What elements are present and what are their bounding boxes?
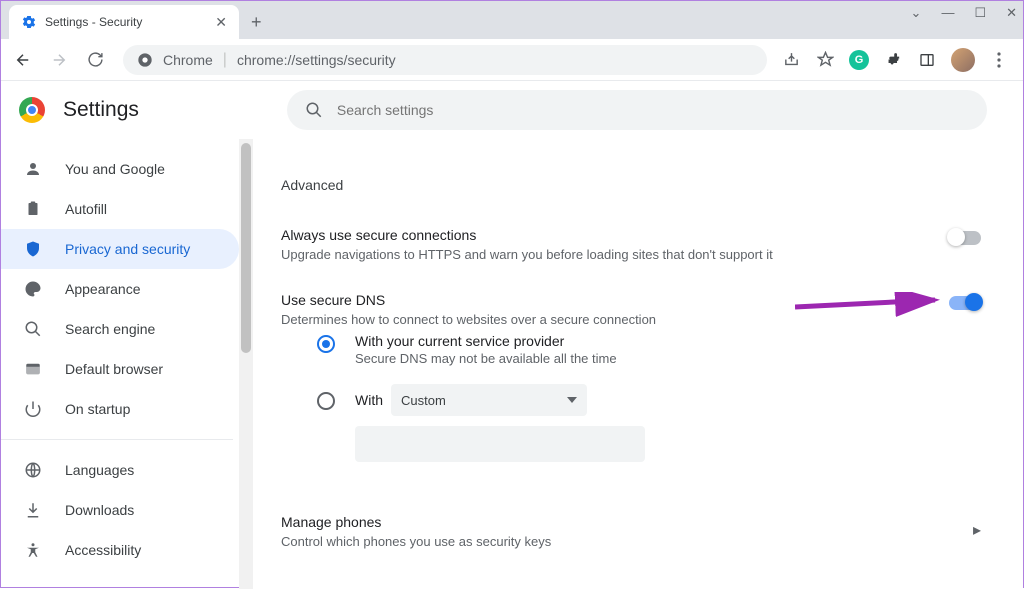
clipboard-icon (23, 200, 43, 218)
sidebar-item-label: Autofill (65, 201, 107, 217)
kebab-menu-icon[interactable] (989, 52, 1009, 68)
accessibility-icon (23, 541, 43, 559)
omnibox-url: chrome://settings/security (237, 52, 396, 68)
scroll-thumb[interactable] (241, 143, 251, 353)
select-value: Custom (401, 393, 446, 408)
sidebar-divider (1, 439, 233, 440)
radio-label: With (355, 392, 383, 408)
search-settings[interactable] (287, 90, 987, 130)
radio-label: With your current service provider (355, 333, 617, 349)
minimize-icon[interactable]: — (941, 5, 954, 21)
sidebar-item-search-engine[interactable]: Search engine (1, 309, 239, 349)
sidebar-item-label: Accessibility (65, 542, 141, 558)
dns-provider-select[interactable]: Custom (391, 384, 587, 416)
close-window-icon[interactable]: ✕ (1006, 5, 1017, 21)
section-heading: Advanced (281, 177, 981, 193)
sidebar-item-label: On startup (65, 401, 130, 417)
setting-desc: Upgrade navigations to HTTPS and warn yo… (281, 247, 981, 262)
custom-dns-input[interactable] (355, 426, 645, 462)
chevron-right-icon: ▸ (973, 520, 981, 540)
caret-down-icon[interactable]: ⌄ (911, 5, 922, 21)
radio-icon[interactable] (317, 392, 335, 410)
power-icon (23, 400, 43, 418)
setting-secure-connections: Always use secure connections Upgrade na… (281, 217, 981, 282)
extensions-icon[interactable] (883, 51, 903, 68)
forward-button[interactable] (45, 46, 73, 74)
sidebar-item-label: Default browser (65, 361, 163, 377)
person-icon (23, 160, 43, 178)
chevron-down-icon (567, 397, 577, 403)
radio-icon[interactable] (317, 335, 335, 353)
globe-icon (23, 461, 43, 479)
bookmark-icon[interactable] (815, 51, 835, 68)
back-button[interactable] (9, 46, 37, 74)
annotation-arrow (795, 292, 945, 322)
extension-grammarly-icon[interactable]: G (849, 50, 869, 70)
browser-tab[interactable]: Settings - Security ✕ (9, 5, 239, 39)
omnibox-prefix: Chrome (163, 52, 213, 68)
maximize-icon[interactable]: ☐ (974, 5, 986, 21)
share-icon[interactable] (781, 51, 801, 68)
sidebar-item-downloads[interactable]: Downloads (1, 490, 239, 530)
window-titlebar: Settings - Security ✕ + ⌄ — ☐ ✕ (1, 1, 1023, 39)
sidebar-item-label: You and Google (65, 161, 165, 177)
profile-avatar[interactable] (951, 48, 975, 72)
radio-option-custom[interactable]: With Custom (317, 384, 981, 416)
search-icon (305, 101, 323, 119)
window-controls: ⌄ — ☐ ✕ (911, 5, 1017, 21)
omnibox[interactable]: Chrome | chrome://settings/security (123, 45, 767, 75)
download-icon (23, 501, 43, 519)
sidebar-item-appearance[interactable]: Appearance (1, 269, 239, 309)
setting-title: Manage phones (281, 514, 981, 530)
sidebar-item-privacy-security[interactable]: Privacy and security (1, 229, 239, 269)
settings-header: Settings (1, 81, 1023, 139)
reload-button[interactable] (81, 46, 109, 74)
radio-desc: Secure DNS may not be available all the … (355, 351, 617, 366)
search-icon (23, 320, 43, 338)
tab-title: Settings - Security (45, 15, 207, 29)
gear-icon (21, 14, 37, 30)
sidebar-item-languages[interactable]: Languages (1, 450, 239, 490)
address-bar: Chrome | chrome://settings/security G (1, 39, 1023, 81)
sidebar-item-label: Downloads (65, 502, 134, 518)
sidebar-scrollbar[interactable] (239, 139, 253, 589)
chrome-icon (137, 52, 153, 68)
page-title: Settings (63, 98, 139, 122)
setting-desc: Control which phones you use as security… (281, 534, 981, 549)
shield-icon (23, 240, 43, 258)
sidebar: You and Google Autofill Privacy and secu… (1, 139, 253, 589)
content-area: Advanced Always use secure connections U… (253, 139, 1023, 589)
sidebar-item-accessibility[interactable]: Accessibility (1, 530, 239, 570)
radio-option-current-provider[interactable]: With your current service provider Secur… (317, 333, 981, 366)
sidebar-item-label: Privacy and security (65, 241, 190, 257)
sidebar-item-label: Languages (65, 462, 134, 478)
new-tab-button[interactable]: + (251, 12, 262, 39)
setting-secure-dns: Use secure DNS Determines how to connect… (281, 282, 981, 482)
toggle-secure-connections[interactable] (949, 231, 981, 245)
sidebar-item-you-and-google[interactable]: You and Google (1, 149, 239, 189)
browser-icon (23, 360, 43, 378)
chrome-logo-icon (19, 97, 45, 123)
close-tab-icon[interactable]: ✕ (215, 14, 227, 31)
sidebar-item-autofill[interactable]: Autofill (1, 189, 239, 229)
setting-title: Always use secure connections (281, 227, 981, 243)
toggle-secure-dns[interactable] (949, 296, 981, 310)
sidebar-item-on-startup[interactable]: On startup (1, 389, 239, 429)
setting-manage-phones[interactable]: Manage phones Control which phones you u… (281, 500, 981, 563)
sidebar-item-label: Search engine (65, 321, 155, 337)
search-input[interactable] (337, 102, 969, 118)
sidebar-item-label: Appearance (65, 281, 141, 297)
sidebar-item-default-browser[interactable]: Default browser (1, 349, 239, 389)
side-panel-icon[interactable] (917, 52, 937, 68)
palette-icon (23, 280, 43, 298)
